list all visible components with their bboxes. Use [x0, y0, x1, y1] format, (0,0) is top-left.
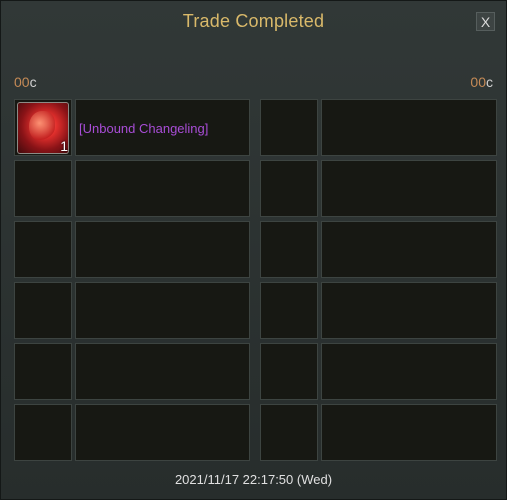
right-currency: 00c: [470, 74, 493, 90]
item-icon-slot[interactable]: [14, 404, 72, 461]
item-name-slot: [75, 404, 250, 461]
item-icon-slot[interactable]: 1: [14, 99, 72, 156]
item-name-slot: [321, 160, 497, 217]
item-icon-slot[interactable]: [260, 160, 318, 217]
item-name[interactable]: [Unbound Changeling]: [79, 121, 208, 136]
item-icon-slot[interactable]: [14, 282, 72, 339]
trade-timestamp: 2021/11/17 22:17:50 (Wed): [174, 472, 333, 487]
item-name-slot: [75, 282, 250, 339]
item-name-slot: [321, 404, 497, 461]
item-name-slot: [Unbound Changeling]: [75, 99, 250, 156]
item-icon-slot[interactable]: [260, 99, 318, 156]
item-name-slot: [321, 99, 497, 156]
close-button[interactable]: X: [476, 12, 495, 31]
item-icon-slot[interactable]: [14, 343, 72, 400]
item-icon-slot[interactable]: [260, 221, 318, 278]
item-icon-slot[interactable]: [14, 221, 72, 278]
item-name-slot: [321, 221, 497, 278]
left-currency: 00c: [14, 74, 37, 90]
item-name-slot: [75, 343, 250, 400]
item-name-slot: [75, 160, 250, 217]
item-icon-slot[interactable]: [14, 160, 72, 217]
item-name-slot: [75, 221, 250, 278]
item-icon-slot[interactable]: [260, 343, 318, 400]
left-currency-unit: c: [29, 74, 37, 90]
right-currency-unit: c: [486, 74, 493, 90]
item-name-slot: [321, 282, 497, 339]
item-quantity: 1: [60, 138, 68, 154]
trade-completed-window: Trade Completed X 00c 00c 1 [Unbound Cha…: [0, 0, 507, 500]
item-icon-slot[interactable]: [260, 404, 318, 461]
item-name-slot: [321, 343, 497, 400]
left-currency-amount: 00: [14, 74, 30, 90]
item-icon-slot[interactable]: [260, 282, 318, 339]
right-currency-amount: 00: [470, 74, 486, 90]
window-title: Trade Completed: [182, 11, 325, 31]
